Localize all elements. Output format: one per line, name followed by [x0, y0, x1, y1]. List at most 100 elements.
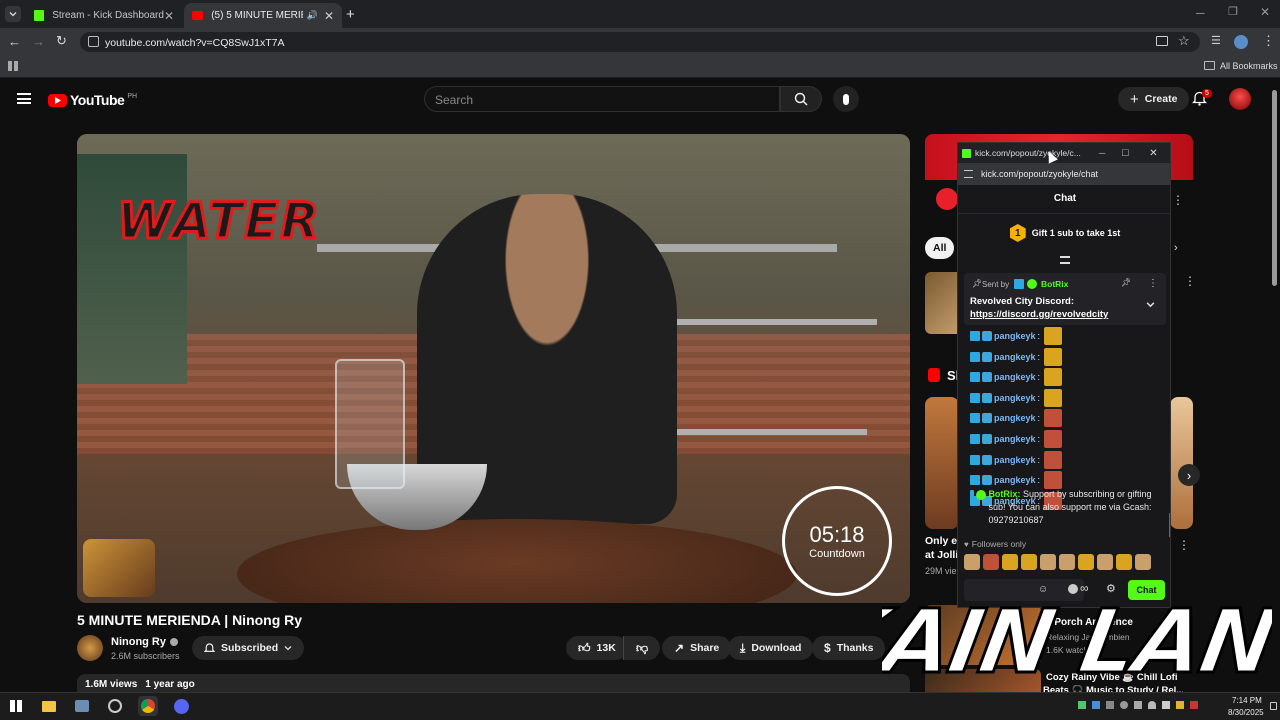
new-tab-button[interactable]: +	[346, 6, 355, 23]
youtube-logo[interactable]: YouTube PH	[48, 92, 137, 108]
bookmark-star-icon[interactable]: ☆	[1178, 33, 1190, 49]
sidebar-channel-icon[interactable]	[936, 188, 958, 210]
notification-center-icon[interactable]	[1270, 702, 1277, 710]
windows-start-icon[interactable]	[6, 696, 26, 716]
dislike-button[interactable]: 👎︎	[623, 636, 661, 660]
apps-grid-icon[interactable]	[8, 61, 18, 71]
reload-icon[interactable]: ↻	[56, 33, 67, 49]
site-info-icon[interactable]	[88, 36, 99, 47]
download-button[interactable]: ⤓ Download	[728, 636, 814, 660]
tab-youtube-video[interactable]: (5) 5 MINUTE MERIENDA | N 🔊 ✕	[184, 3, 342, 28]
tray-icon[interactable]	[1092, 701, 1100, 709]
search-button[interactable]	[780, 86, 822, 112]
tray-icon[interactable]	[1120, 701, 1128, 709]
chat-emote[interactable]	[1044, 327, 1063, 345]
hamburger-menu-icon[interactable]	[17, 93, 31, 104]
video-player[interactable]: WATER 05:18 Countdown	[77, 134, 910, 603]
close-icon[interactable]: ✕	[164, 9, 174, 23]
install-app-icon[interactable]	[1156, 36, 1168, 46]
reading-list-icon[interactable]: ☰	[1211, 34, 1221, 47]
chat-message[interactable]: pangkeyk:	[970, 327, 1063, 345]
tab-kick-dashboard[interactable]: Stream - Kick Dashboard ✕	[26, 3, 182, 28]
profile-avatar-icon[interactable]	[1234, 35, 1248, 49]
chat-username[interactable]: pangkeyk	[994, 455, 1036, 465]
shorts-next-button[interactable]: ›	[1178, 464, 1200, 486]
speaker-icon[interactable]: 🔊	[307, 10, 318, 21]
like-button[interactable]: 👍︎ 13K	[566, 636, 628, 660]
tray-icon[interactable]	[1078, 701, 1086, 709]
chat-username[interactable]: pangkeyk	[994, 331, 1036, 341]
chat-scrollbar[interactable]	[1169, 513, 1170, 537]
voice-search-button[interactable]	[833, 86, 859, 112]
chat-emote[interactable]	[1044, 450, 1063, 469]
chat-emote[interactable]	[1044, 409, 1063, 428]
clock-date[interactable]: 8/30/2025	[1228, 708, 1264, 717]
chat-message-bot[interactable]: BotRix: Support by subscribing or giftin…	[970, 488, 1160, 527]
chat-username[interactable]: pangkeyk	[994, 434, 1036, 444]
filter-icon[interactable]	[1060, 256, 1070, 264]
window-close-button[interactable]: ✕	[1149, 148, 1157, 159]
subscribed-button[interactable]: Subscribed	[192, 636, 305, 660]
sidebar-more-icon[interactable]: ⋮	[1178, 538, 1190, 552]
chat-message[interactable]: pangkeyk:	[970, 347, 1063, 366]
chat-message[interactable]: pangkeyk:	[970, 430, 1063, 448]
expand-chevron-icon[interactable]	[1146, 300, 1155, 309]
channel-avatar[interactable]	[77, 635, 103, 661]
chat-emote[interactable]	[1044, 347, 1063, 366]
chat-emote[interactable]	[1044, 430, 1063, 448]
chat-username[interactable]: pangkeyk	[994, 352, 1036, 362]
short-thumb-2[interactable]	[1170, 397, 1193, 529]
chat-username[interactable]: pangkeyk	[994, 372, 1036, 382]
chat-emote[interactable]	[1044, 368, 1063, 387]
chat-message[interactable]: pangkeyk:	[970, 388, 1063, 407]
window-restore-button[interactable]: ❐	[1228, 5, 1238, 18]
chrome-icon[interactable]	[138, 696, 158, 716]
window-close-button[interactable]: ✕	[1260, 5, 1270, 19]
create-button[interactable]: + Create	[1118, 87, 1190, 111]
app-icon-2[interactable]	[72, 696, 92, 716]
url-text[interactable]: youtube.com/watch?v=CQ8SwJ1xT7A	[105, 37, 284, 49]
pinned-more-icon[interactable]: ⋮	[1148, 278, 1158, 289]
bot-username[interactable]: BotRix	[988, 489, 1017, 499]
clock-time[interactable]: 7:14 PM	[1232, 696, 1262, 705]
site-settings-icon[interactable]	[964, 170, 973, 178]
window-maximize-button[interactable]: ☐	[1121, 148, 1129, 159]
discord-icon[interactable]	[171, 696, 191, 716]
gift-sub-banner[interactable]: 1 Gift 1 sub to take 1st	[958, 224, 1170, 242]
tray-icon[interactable]	[1190, 701, 1198, 709]
chat-message[interactable]: pangkeyk:	[970, 409, 1063, 428]
tray-icon[interactable]	[1134, 701, 1142, 709]
sidebar-more-icon[interactable]: ⋮	[1172, 193, 1184, 207]
all-bookmarks-link[interactable]: All Bookmarks	[1220, 61, 1278, 71]
window-minimize-button[interactable]: ─	[1099, 148, 1105, 158]
chat-message[interactable]: pangkeyk:	[970, 471, 1063, 490]
share-button[interactable]: ↗ Share	[662, 636, 732, 660]
page-scrollbar[interactable]	[1272, 90, 1277, 286]
chat-emote[interactable]	[1044, 471, 1063, 490]
app-icon-3[interactable]	[105, 696, 125, 716]
chat-message[interactable]: pangkeyk:	[970, 450, 1063, 469]
filter-chip-all[interactable]: All	[925, 237, 955, 259]
thanks-button[interactable]: $ Thanks	[812, 636, 886, 660]
file-explorer-icon[interactable]	[39, 696, 59, 716]
unpin-icon[interactable]: 📌︎	[1121, 278, 1131, 287]
browser-menu-icon[interactable]: ⋮	[1262, 33, 1275, 49]
tab-search-button[interactable]	[5, 6, 21, 22]
chat-emote[interactable]	[1044, 388, 1063, 407]
chat-username[interactable]: pangkeyk	[994, 413, 1036, 423]
wifi-icon[interactable]	[1148, 701, 1156, 709]
filter-next-icon[interactable]: ›	[1174, 242, 1178, 254]
close-icon[interactable]: ✕	[324, 9, 334, 23]
chat-username[interactable]: pangkeyk	[994, 393, 1036, 403]
search-input[interactable]: Search	[424, 86, 780, 112]
system-tray[interactable]	[1078, 701, 1198, 709]
forward-icon[interactable]: →	[32, 34, 45, 49]
pinned-link[interactable]: https://discord.gg/revolvedcity	[970, 309, 1108, 320]
window-minimize-button[interactable]: ─	[1196, 6, 1205, 20]
popout-url[interactable]: kick.com/popout/zyokyle/chat	[981, 169, 1098, 179]
sidebar-more-icon[interactable]: ⋮	[1184, 274, 1196, 288]
tray-icon[interactable]	[1106, 701, 1114, 709]
short-thumb-1[interactable]	[925, 397, 959, 529]
pinned-user[interactable]: BotRix	[1041, 279, 1068, 289]
chat-message[interactable]: pangkeyk:	[970, 368, 1063, 387]
